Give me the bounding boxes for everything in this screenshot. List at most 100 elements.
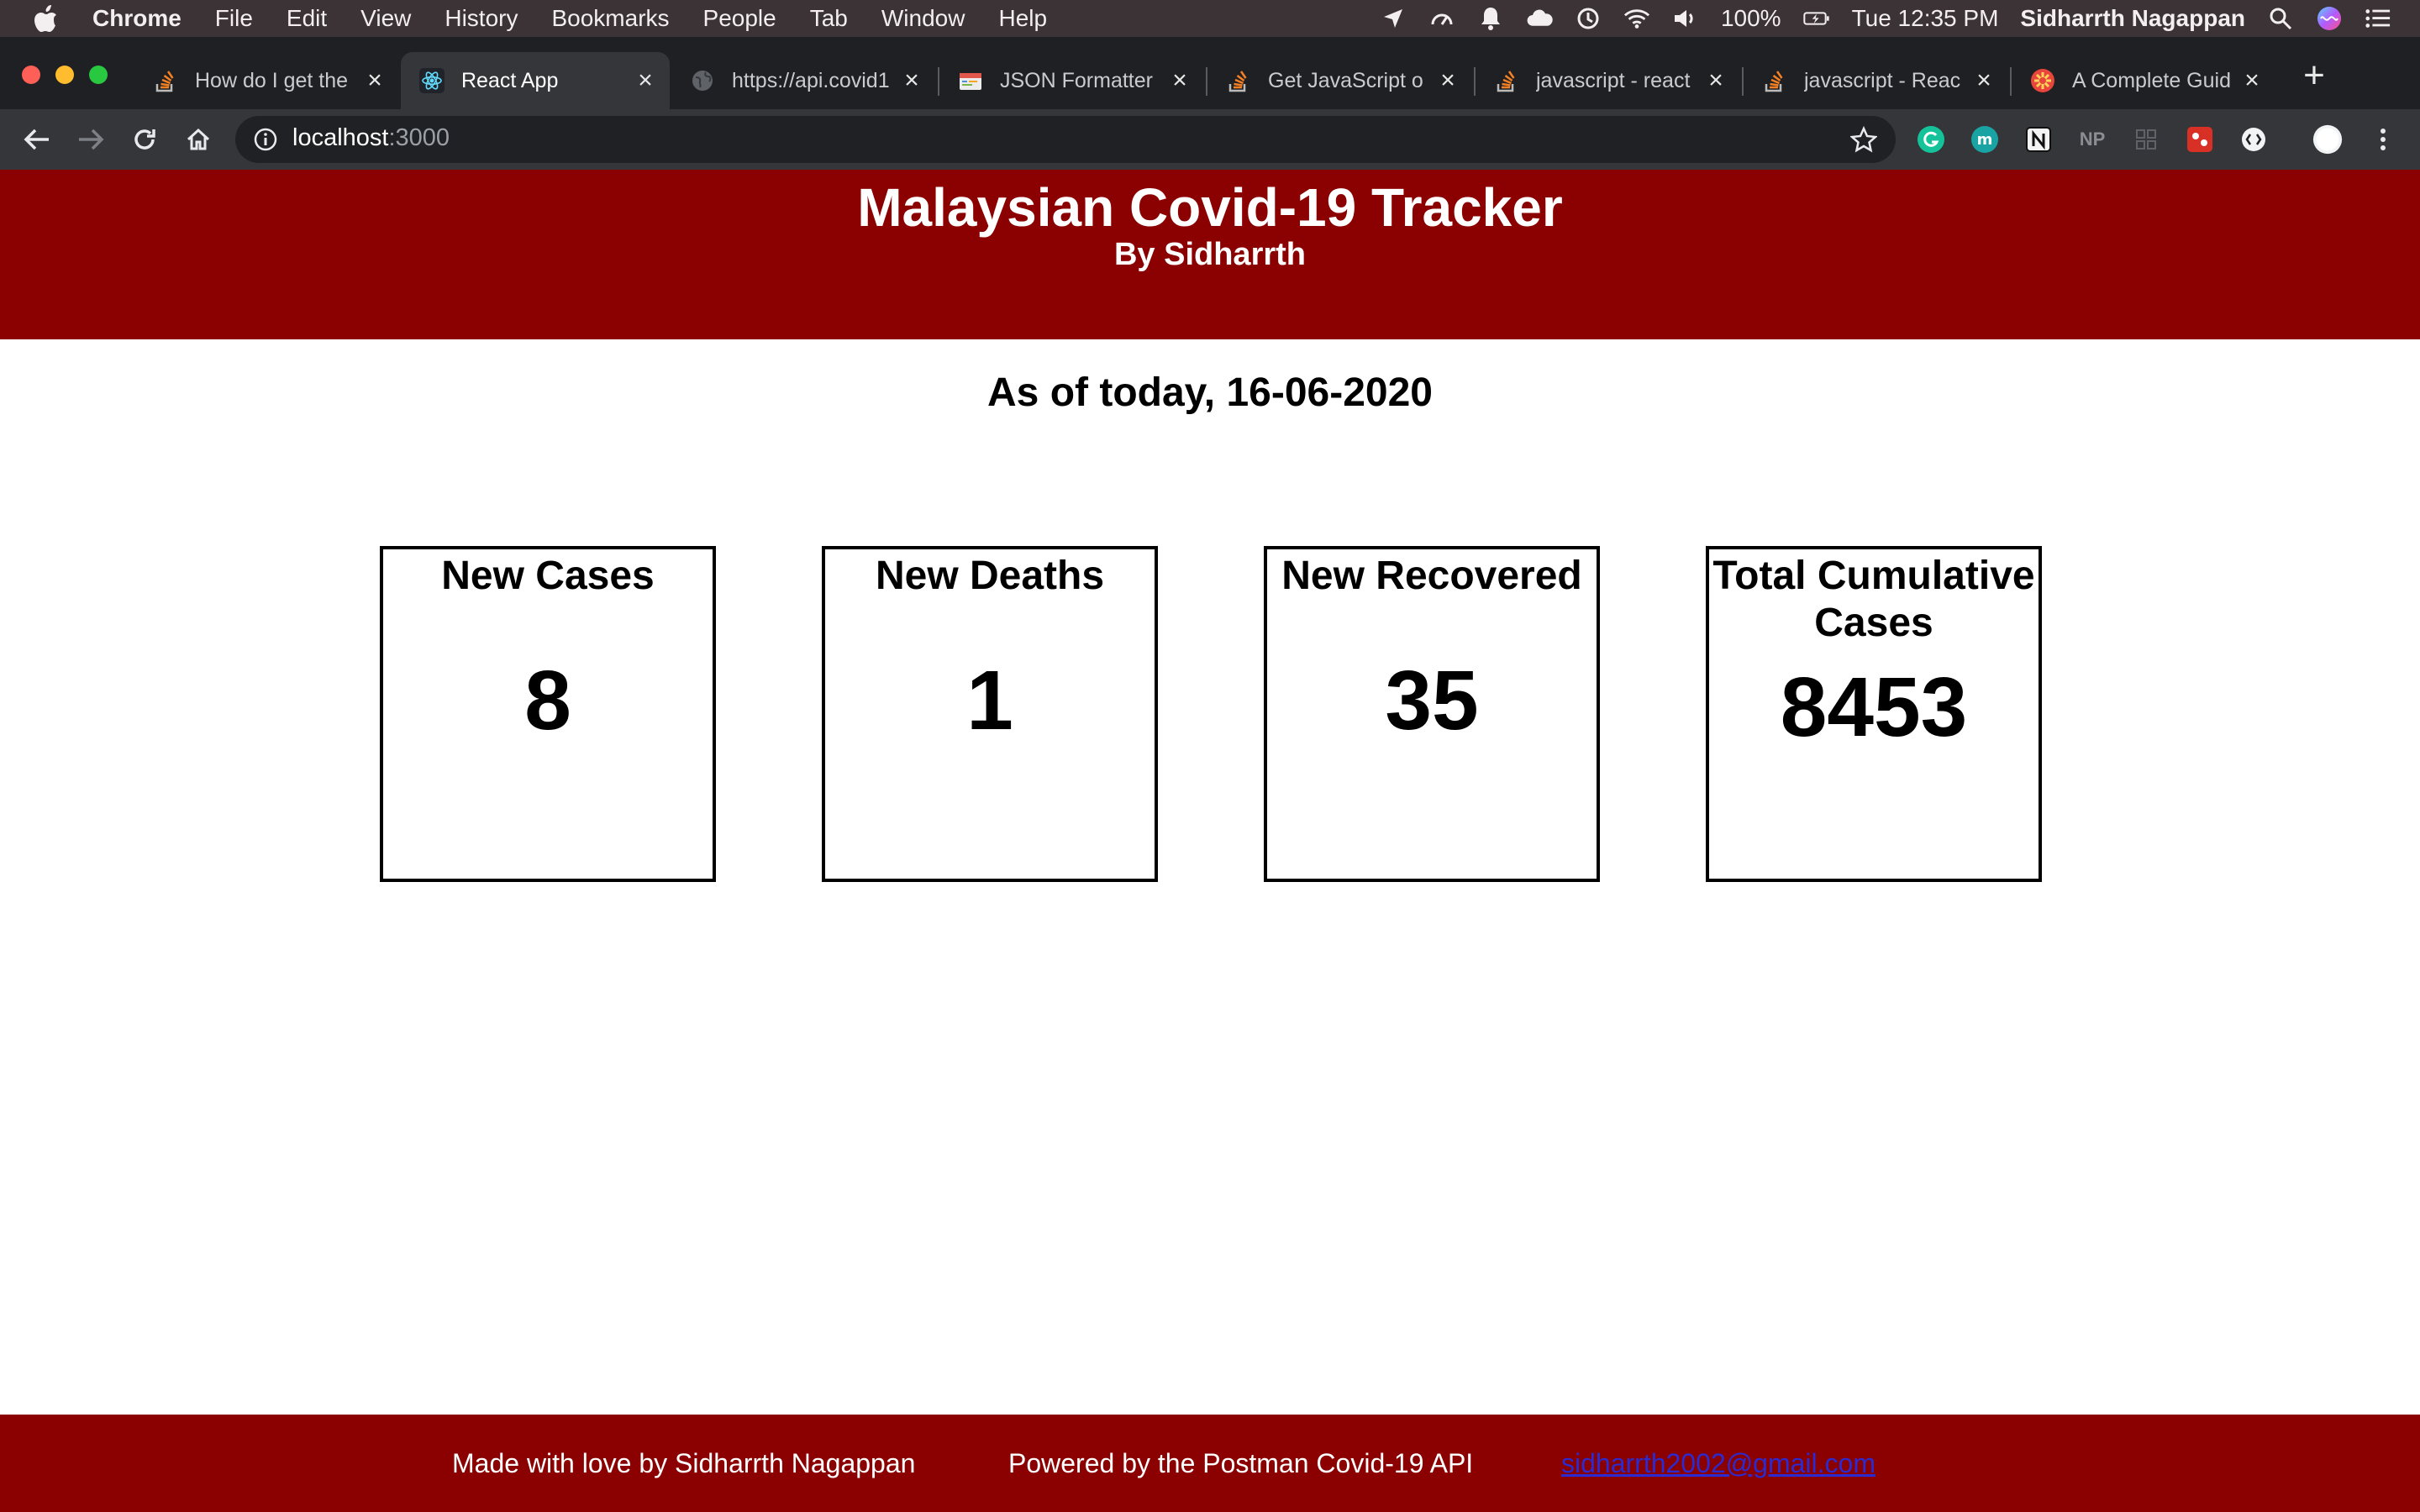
menu-edit[interactable]: Edit [287,5,327,32]
home-icon[interactable] [182,123,215,156]
bookmark-star-icon[interactable] [1849,124,1879,155]
tab-0[interactable]: How do I get the × [134,52,399,109]
stackoverflow-icon [1226,68,1251,93]
grammarly-icon[interactable] [1916,124,1946,155]
stat-card-label: New Cases [441,554,655,598]
red-extension-icon[interactable] [2185,124,2215,155]
svg-text:m: m [1977,131,1993,149]
macos-menu-bar: Chrome File Edit View History Bookmarks … [0,0,2420,37]
tab-title: A Complete Guid [2072,68,2231,92]
as-of-date: As of today, 16-06-2020 [987,370,1433,415]
window-minimize-button[interactable] [55,66,74,84]
site-info-icon[interactable] [252,126,279,153]
cloud-icon[interactable] [1526,5,1553,32]
tab-1[interactable]: React App × [401,52,670,109]
new-tab-button[interactable]: + [2297,57,2331,94]
tab-close-icon[interactable]: × [1167,66,1192,95]
tab-close-icon[interactable]: × [2239,66,2265,95]
tab-7[interactable]: A Complete Guid × [2012,52,2276,109]
url-host: localhost [292,124,389,151]
tab-close-icon[interactable]: × [362,66,387,95]
notification-bell-icon[interactable] [1477,5,1504,32]
tab-close-icon[interactable]: × [1971,66,1996,95]
stat-card-total-cumulative-cases: Total Cumulative Cases 8453 [1706,546,2042,882]
location-arrow-icon[interactable] [1380,5,1407,32]
stackoverflow-icon [1762,68,1787,93]
menu-window[interactable]: Window [881,5,965,32]
page-header: Malaysian Covid-19 Tracker By Sidharrth [0,170,2420,339]
tab-close-icon[interactable]: × [1703,66,1728,95]
notion-icon[interactable] [2023,124,2054,155]
stat-card-value: 35 [1385,654,1479,748]
wifi-icon[interactable] [1623,5,1650,32]
page-title: Malaysian Covid-19 Tracker [857,177,1563,238]
footer-powered-by: Powered by the Postman Covid-19 API [1008,1448,1474,1478]
tab-title: https://api.covid1 [732,68,890,92]
stat-card-new-deaths: New Deaths 1 [822,546,1158,882]
apple-icon[interactable] [34,4,62,33]
menu-help[interactable]: Help [998,5,1047,32]
battery-percent: 100% [1720,5,1781,31]
tab-title: javascript - react [1536,68,1691,92]
menubar-clock[interactable]: Tue 12:35 PM [1852,5,1999,32]
tab-6[interactable]: javascript - Reac × [1744,52,2008,109]
json-formatter-icon [958,68,983,93]
back-arrow-icon[interactable] [20,123,54,156]
stackoverflow-icon [153,68,178,93]
stat-card-new-recovered: New Recovered 35 [1264,546,1600,882]
np-extension-icon[interactable]: NP [2077,124,2107,155]
page-subtitle: By Sidharrth [1113,237,1307,272]
page-footer: Made with love by Sidharrth Nagappan Pow… [0,1415,2420,1512]
guide-icon [2030,68,2055,93]
speedometer-icon[interactable] [1428,5,1455,32]
window-zoom-button[interactable] [89,66,108,84]
address-bar[interactable] [235,116,1896,163]
volume-icon[interactable] [1672,5,1699,32]
window-close-button[interactable] [22,66,40,84]
reload-icon[interactable] [128,123,161,156]
globe-icon [690,68,715,93]
menu-bookmarks[interactable]: Bookmarks [551,5,669,32]
tab-title: React App [461,68,559,92]
footer-email-link[interactable]: sidharrth2002@gmail.com [1561,1448,1876,1479]
address-bar-url[interactable]: localhost:3000 [292,124,450,152]
time-machine-icon[interactable] [1575,5,1602,32]
stat-card-value: 8 [524,654,571,748]
stat-card-value: 8453 [1780,660,1968,754]
menu-file[interactable]: File [215,5,253,32]
menu-people[interactable]: People [703,5,776,32]
stat-card-label: New Deaths [875,554,1105,598]
mendeley-icon[interactable]: m [1970,124,2000,155]
menubar-user[interactable]: Sidharrth Nagappan [2020,5,2245,32]
menu-app-name[interactable]: Chrome [92,5,182,32]
tab-title: How do I get the [195,68,349,92]
tab-2[interactable]: https://api.covid1 × [671,52,936,109]
profile-avatar-icon[interactable] [2312,124,2343,155]
tab-3[interactable]: JSON Formatter × [939,52,1204,109]
chrome-menu-icon[interactable] [2368,124,2398,155]
stat-card-label: New Recovered [1281,554,1582,598]
siri-icon[interactable] [2316,5,2343,32]
spotlight-search-icon[interactable] [2267,5,2294,32]
react-icon [419,68,445,93]
menu-view[interactable]: View [360,5,411,32]
forward-arrow-icon[interactable] [74,123,108,156]
tab-close-icon[interactable]: × [899,66,924,95]
tab-4[interactable]: Get JavaScript o × [1207,52,1472,109]
tab-close-icon[interactable]: × [633,66,658,95]
grid-extension-icon[interactable] [2131,124,2161,155]
tab-title: JSON Formatter [1000,68,1153,92]
notification-center-icon[interactable] [2365,5,2391,32]
tab-5[interactable]: javascript - react × [1476,52,1740,109]
menu-history[interactable]: History [445,5,518,32]
battery-charging-icon[interactable] [1802,5,1830,32]
footer-credit: Made with love by Sidharrth Nagappan [452,1448,916,1478]
stat-card-value: 1 [966,654,1013,748]
tab-title: Get JavaScript o [1268,68,1423,92]
tab-close-icon[interactable]: × [1435,66,1460,95]
dev-extension-icon[interactable] [2238,124,2269,155]
stat-card-new-cases: New Cases 8 [380,546,716,882]
tab-title: javascript - Reac [1804,68,1961,92]
stat-card-label: Total Cumulative Cases [1712,554,2035,645]
menu-tab[interactable]: Tab [810,5,848,32]
